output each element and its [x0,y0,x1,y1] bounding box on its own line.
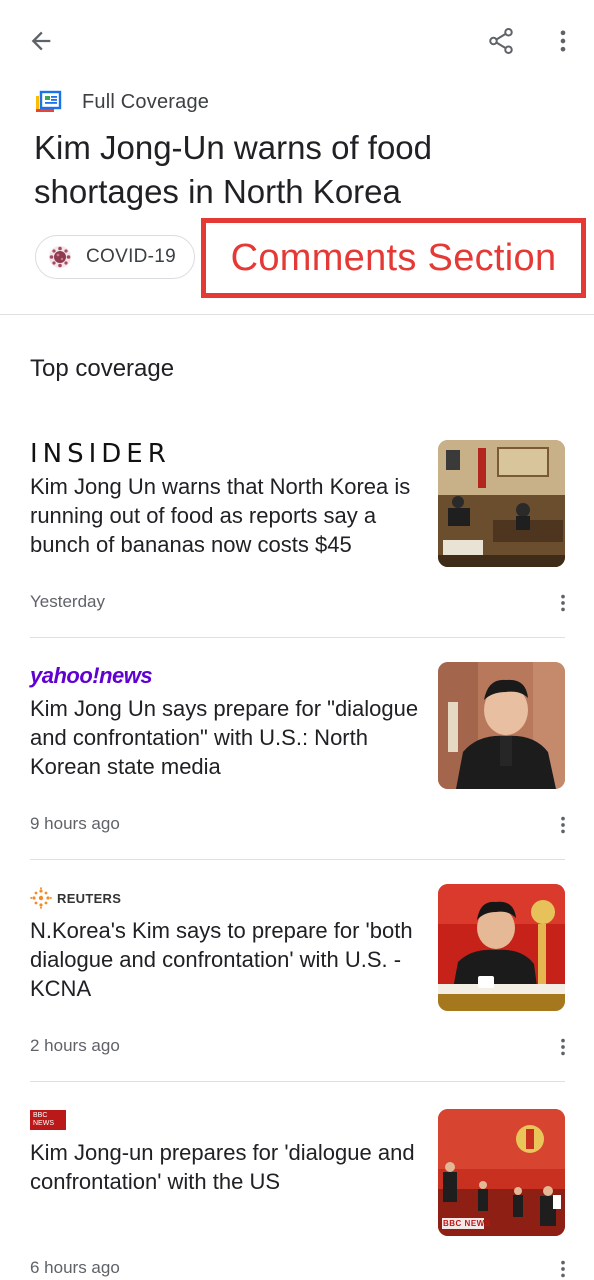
reuters-logo-icon [30,887,52,909]
share-icon [489,28,513,54]
source-logo-reuters: REUTERS [30,884,121,912]
bbc-news-logo: BBC NEWS [30,1110,66,1130]
topic-chip-label: COVID-19 [86,246,177,267]
speech-image [438,884,565,1011]
annotation-text: Comments Section [230,236,557,279]
article-timestamp: 9 hours ago [30,814,120,833]
article-more-button[interactable] [550,1254,576,1280]
source-logo-bbc: BBC NEWS [30,1106,66,1134]
article-more-button[interactable] [550,588,576,618]
more-vert-icon [560,30,566,52]
divider [30,637,565,638]
share-button[interactable] [482,22,520,60]
article-timestamp: 6 hours ago [30,1258,120,1277]
source-logo-yahoo: yahoo!news [30,662,153,690]
source-name: REUTERS [57,890,122,906]
article-thumbnail[interactable]: BBC NEWS [438,1109,565,1236]
article-more-button[interactable] [550,1032,576,1062]
full-coverage-header: Full Coverage [36,88,209,116]
article-timestamp: 2 hours ago [30,1036,120,1055]
comments-section-annotation: Comments Section [201,218,586,298]
article-thumbnail[interactable] [438,884,565,1011]
meeting-room-image [438,440,565,567]
divider [30,1081,565,1082]
full-coverage-icon [36,90,62,112]
article-more-button[interactable] [550,810,576,840]
article-thumbnail[interactable] [438,662,565,789]
article-title[interactable]: Kim Jong Un says prepare for "dialogue a… [30,694,422,781]
thumbnail-caption: BBC NEWS [443,1219,491,1228]
article-card[interactable]: REUTERS N.Korea's Kim says to prepare fo… [0,884,594,1106]
more-vert-icon [561,594,565,612]
article-title[interactable]: Kim Jong Un warns that North Korea is ru… [30,472,422,559]
more-vert-icon [561,1260,565,1278]
divider [0,314,594,315]
source-name: yahoo!news [30,663,153,688]
virus-icon [49,246,71,268]
topic-chip-covid[interactable]: COVID-19 [35,235,195,279]
more-vert-icon [561,1038,565,1056]
article-title[interactable]: N.Korea's Kim says to prepare for 'both … [30,916,422,1003]
article-thumbnail[interactable] [438,440,565,567]
source-name: INSIDER [30,439,171,469]
article-card[interactable]: BBC NEWS Kim Jong-un prepares for 'dialo… [0,1106,594,1280]
back-button[interactable] [22,22,60,60]
more-options-button[interactable] [544,22,582,60]
story-headline: Kim Jong-Un warns of food shortages in N… [34,129,433,210]
article-card[interactable]: INSIDER Kim Jong Un warns that North Kor… [0,439,594,662]
portrait-image [438,662,565,789]
article-title[interactable]: Kim Jong-un prepares for 'dialogue and c… [30,1138,422,1196]
more-vert-icon [561,816,565,834]
assembly-image [438,1109,565,1236]
top-app-bar [0,0,594,80]
full-coverage-label: Full Coverage [82,90,210,113]
source-logo-insider: INSIDER [30,439,171,469]
arrow-left-icon [31,31,51,51]
article-card[interactable]: yahoo!news Kim Jong Un says prepare for … [0,662,594,884]
article-timestamp: Yesterday [30,592,105,611]
section-title: Top coverage [30,355,175,382]
divider [30,859,565,860]
